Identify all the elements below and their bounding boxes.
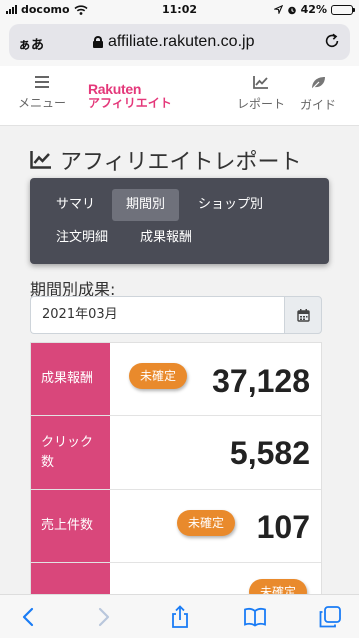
summary-row-sales-count: 売上件数 未確定 107 xyxy=(31,490,321,563)
summary-label: 成果報酬 xyxy=(31,343,110,415)
book-icon xyxy=(244,607,266,627)
period-picker: 2021年03月 xyxy=(30,296,322,334)
summary-row-clicks: クリック数 5,582 xyxy=(31,416,321,490)
chevron-right-icon xyxy=(98,607,110,627)
browser-address-area: ぁあ affiliate.rakuten.co.jp xyxy=(0,20,359,66)
guide-nav-button[interactable]: ガイド xyxy=(300,76,336,113)
page-title: アフィリエイトレポート xyxy=(30,144,302,176)
guide-label: ガイド xyxy=(300,98,337,112)
forward-button[interactable] xyxy=(90,603,118,631)
menu-label: メニュー xyxy=(18,96,67,110)
alarm-icon xyxy=(287,6,296,14)
url-text: affiliate.rakuten.co.jp xyxy=(108,33,255,50)
tab-order-details[interactable]: 注文明細 xyxy=(42,222,122,254)
battery-icon xyxy=(331,4,355,15)
report-nav-button[interactable]: レポート xyxy=(237,76,285,112)
summary-value: 37,128 xyxy=(212,363,310,399)
back-button[interactable] xyxy=(14,603,42,631)
summary-value: 5,582 xyxy=(229,435,310,471)
status-badge: 未確定 xyxy=(177,510,236,536)
rakuten-affiliate-logo[interactable]: Rakuten アフィリエイト xyxy=(88,82,172,110)
page-title-text: アフィリエイトレポート xyxy=(60,150,302,175)
browser-toolbar xyxy=(0,594,359,638)
report-label: レポート xyxy=(237,97,286,111)
report-tab-menu: サマリ 期間別 ショップ別 注文明細 成果報酬 xyxy=(30,178,329,264)
text-size-button[interactable]: ぁあ xyxy=(18,34,44,53)
status-bar-right: 42% xyxy=(273,3,355,16)
url-display[interactable]: affiliate.rakuten.co.jp xyxy=(93,33,254,51)
calendar-button[interactable] xyxy=(284,296,322,334)
leaf-icon xyxy=(310,77,325,90)
tab-reward[interactable]: 成果報酬 xyxy=(126,222,206,254)
menu-button[interactable]: メニュー xyxy=(18,76,66,111)
tabs-button[interactable] xyxy=(316,603,344,631)
line-chart-icon xyxy=(253,76,268,89)
tab-shop[interactable]: ショップ別 xyxy=(184,189,277,221)
summary-label: クリック数 xyxy=(31,416,110,489)
period-summary-card: 成果報酬 未確定 37,128 クリック数 5,582 売上件数 未確定 107… xyxy=(30,342,322,602)
summary-value: 107 xyxy=(256,509,310,545)
status-bar: docomo 11:02 42% xyxy=(0,0,359,20)
tab-summary[interactable]: サマリ xyxy=(42,189,109,221)
location-icon xyxy=(273,5,283,14)
tab-period[interactable]: 期間別 xyxy=(112,189,180,221)
battery-percent: 42% xyxy=(300,3,327,16)
period-input[interactable]: 2021年03月 xyxy=(30,296,284,334)
reload-icon[interactable] xyxy=(323,32,341,50)
summary-row-reward: 成果報酬 未確定 37,128 xyxy=(31,343,321,416)
logo-line2: アフィリエイト xyxy=(88,96,172,110)
bookmarks-button[interactable] xyxy=(241,603,269,631)
line-chart-icon xyxy=(30,151,51,169)
summary-label: 売上件数 xyxy=(31,490,110,562)
lock-icon xyxy=(93,36,103,48)
logo-line1: Rakuten xyxy=(88,81,142,97)
address-bar[interactable]: ぁあ affiliate.rakuten.co.jp xyxy=(9,24,350,60)
share-button[interactable] xyxy=(166,603,194,631)
status-badge: 未確定 xyxy=(129,363,188,389)
tabs-icon xyxy=(319,606,341,628)
hamburger-icon xyxy=(35,76,49,88)
calendar-icon xyxy=(296,308,310,322)
share-icon xyxy=(172,605,188,628)
site-header: メニュー Rakuten アフィリエイト レポート ガイド xyxy=(0,66,359,126)
chevron-left-icon xyxy=(22,607,34,627)
